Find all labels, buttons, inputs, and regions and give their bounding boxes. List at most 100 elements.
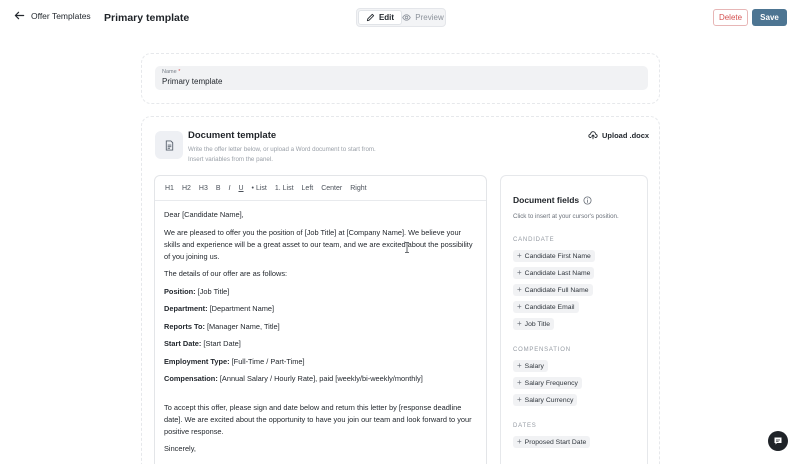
delete-button[interactable]: Delete (713, 9, 748, 26)
upload-docx-button[interactable]: Upload .docx (588, 130, 649, 140)
plus-icon: + (517, 437, 522, 446)
pencil-icon (366, 13, 375, 22)
detail-label: Reports To: (164, 321, 205, 331)
field-chip-label: Salary Frequency (524, 379, 578, 387)
field-chip[interactable]: + Salary Currency (513, 394, 578, 406)
document-icon (165, 139, 173, 151)
field-chip-label: Salary (524, 362, 544, 370)
field-chip-label: Salary Currency (524, 396, 574, 404)
detail-row: Position: [Job Title] (164, 286, 477, 298)
letter-details-intro: The details of our offer are as follows: (164, 269, 288, 278)
description-line-1: Write the offer letter below, or upload … (188, 146, 376, 153)
heading-3-button[interactable]: H3 (195, 180, 212, 196)
field-chip[interactable]: + Candidate Email (513, 301, 579, 313)
chat-support-button[interactable] (768, 431, 788, 451)
editor-content[interactable]: Dear [Candidate Name], We are pleased to… (155, 201, 486, 464)
field-chip[interactable]: + Candidate Full Name (513, 284, 593, 296)
document-template-description: Write the offer letter below, or upload … (188, 145, 418, 164)
field-chip[interactable]: + Salary Frequency (513, 377, 582, 389)
text-cursor-icon (405, 242, 409, 253)
name-field-label: Name (162, 69, 177, 75)
upload-docx-label: Upload .docx (602, 130, 650, 140)
detail-value: [Start Date] (201, 339, 241, 348)
italic-button[interactable]: I (225, 180, 235, 196)
document-fields-hint: Click to insert at your cursor's positio… (513, 213, 619, 220)
detail-row: Reports To: [Manager Name, Title] (164, 321, 477, 333)
detail-value: [Job Title] (195, 286, 230, 296)
underline-button[interactable]: U (234, 180, 247, 196)
heading-1-button[interactable]: H1 (161, 180, 178, 196)
field-chip[interactable]: + Salary (513, 360, 548, 372)
letter-closing: To accept this offer, please sign and da… (164, 402, 472, 436)
preview-mode-label: Preview (415, 13, 444, 22)
section-label-compensation: COMPENSATION (513, 347, 571, 353)
document-fields-heading: Document fields (513, 195, 635, 205)
plus-icon: + (517, 395, 522, 404)
detail-label: Start Date: (164, 339, 202, 348)
detail-value: [Annual Salary / Hourly Rate], paid [wee… (217, 374, 423, 383)
field-chip[interactable]: + Candidate First Name (513, 250, 595, 262)
field-chip-label: Candidate First Name (524, 252, 591, 260)
back-label: Offer Templates (31, 10, 91, 21)
formatting-toolbar: H1 H2 H3 B I U • List 1. List Left Cente… (155, 176, 486, 201)
field-chip[interactable]: + Job Title (513, 318, 554, 330)
letter-signoff: Sincerely, (164, 444, 196, 453)
save-button[interactable]: Save (752, 9, 787, 26)
field-chip[interactable]: + Proposed Start Date (513, 436, 591, 448)
plus-icon: + (517, 319, 522, 328)
detail-row: Compensation: [Annual Salary / Hourly Ra… (164, 373, 477, 385)
cloud-upload-icon (588, 131, 598, 140)
section-label-candidate: CANDIDATE (513, 237, 555, 243)
plus-icon: + (517, 361, 522, 370)
heading-2-button[interactable]: H2 (178, 180, 195, 196)
description-line-2: Insert variables from the panel. (188, 155, 273, 163)
field-chip[interactable]: + Candidate Last Name (513, 267, 595, 279)
document-template-title: Document template (188, 130, 277, 141)
section-label-dates: DATES (513, 423, 537, 429)
required-mark: * (178, 69, 181, 75)
page-title: Primary template (104, 12, 190, 24)
letter-greeting: Dear [Candidate Name], (164, 210, 244, 219)
detail-row: Department: [Department Name] (164, 303, 477, 315)
document-icon-box (155, 131, 183, 159)
mode-toggle: Edit Preview (356, 8, 446, 27)
align-center-button[interactable]: Center (317, 180, 346, 196)
offer-letter-editor[interactable]: H1 H2 H3 B I U • List 1. List Left Cente… (154, 175, 487, 464)
align-left-button[interactable]: Left (298, 180, 318, 196)
template-name-field[interactable]: Name * Primary template (155, 66, 648, 90)
edit-mode-button[interactable]: Edit (358, 10, 402, 25)
bullet-list-button[interactable]: • List (248, 180, 271, 196)
field-chip-label: Proposed Start Date (524, 438, 587, 446)
bold-button[interactable]: B (212, 180, 225, 196)
detail-label: Position: (164, 286, 196, 296)
detail-row: Employment Type: [Full-Time / Part-Time] (164, 356, 477, 368)
align-right-button[interactable]: Right (346, 180, 370, 196)
field-chip-label: Candidate Full Name (524, 286, 589, 294)
plus-icon: + (517, 268, 522, 277)
detail-value: [Full-Time / Part-Time] (229, 356, 305, 366)
field-chip-label: Candidate Email (524, 303, 575, 311)
plus-icon: + (517, 251, 522, 260)
name-field-label-row: Name * (162, 69, 641, 75)
detail-value: [Department Name] (207, 304, 275, 313)
field-chip-label: Job Title (524, 320, 550, 328)
document-template-card: Document template Write the offer letter… (141, 116, 660, 464)
document-fields-title: Document fields (513, 195, 580, 205)
preview-mode-button[interactable]: Preview (402, 10, 444, 25)
template-name-input[interactable]: Primary template (162, 77, 641, 86)
plus-icon: + (517, 378, 522, 387)
eye-icon (402, 14, 412, 21)
letter-intro: We are pleased to offer you the position… (164, 227, 473, 261)
detail-label: Employment Type: (164, 356, 230, 366)
top-bar: Offer Templates Primary template Edit Pr… (0, 0, 800, 36)
arrow-left-icon (14, 11, 25, 20)
field-chip-label: Candidate Last Name (524, 269, 591, 277)
info-icon[interactable] (583, 195, 592, 205)
back-to-offer-templates-link[interactable]: Offer Templates (14, 10, 91, 21)
detail-value: [Manager Name, Title] (204, 321, 280, 331)
numbered-list-button[interactable]: 1. List (271, 180, 298, 196)
detail-label: Department: (164, 304, 208, 313)
detail-label: Compensation: (164, 374, 218, 383)
template-name-card: Name * Primary template (141, 53, 660, 104)
